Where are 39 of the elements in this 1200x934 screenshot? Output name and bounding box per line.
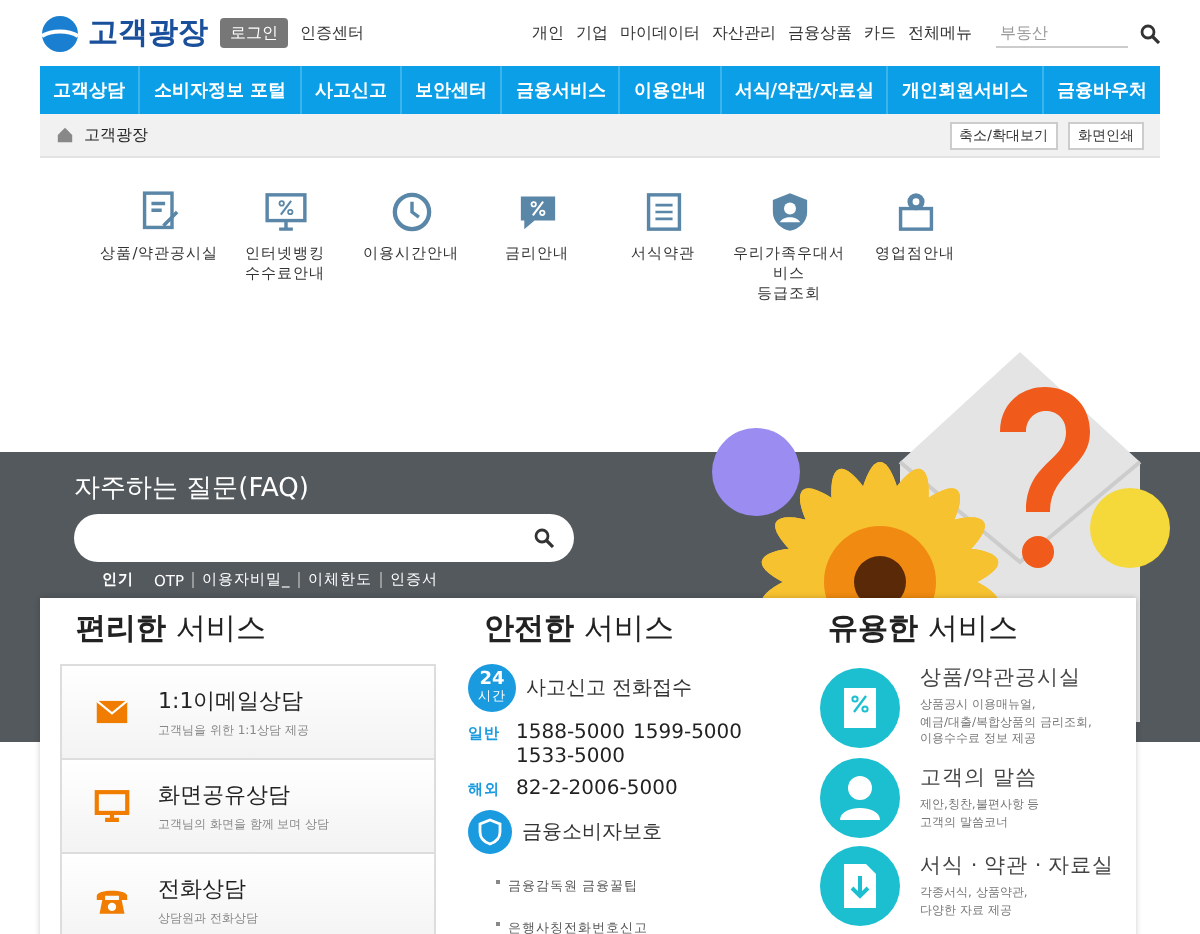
service-title: 1:1이메일상담 bbox=[158, 685, 306, 715]
person-icon[interactable] bbox=[820, 758, 900, 839]
section-title: 안전한 서비스 bbox=[484, 610, 676, 648]
phone-number: 1533-5000 bbox=[516, 746, 626, 768]
logo-icon bbox=[40, 13, 80, 53]
phone-number: 1588-5000 bbox=[516, 722, 626, 744]
phone-number: 82-2-2006-5000 bbox=[516, 778, 678, 800]
faq-title: 자주하는 질문(FAQ) bbox=[74, 472, 311, 506]
cert-center-link[interactable]: 인증센터 bbox=[300, 22, 364, 44]
section-title: 유용한 서비스 bbox=[828, 610, 1020, 648]
login-button[interactable]: 로그인 bbox=[220, 18, 288, 48]
top-link[interactable]: 개인 bbox=[532, 22, 564, 44]
percent-document-icon[interactable] bbox=[820, 667, 900, 748]
protection-title: 금융소비자보호 bbox=[522, 820, 662, 846]
top-link[interactable]: 카드 bbox=[864, 22, 896, 44]
phone-number: 1599-5000 bbox=[633, 722, 743, 744]
section-title: 편리한 서비스 bbox=[76, 610, 268, 648]
download-document-icon[interactable] bbox=[820, 846, 900, 927]
service-title[interactable]: 서식 · 약관 · 자료실 bbox=[920, 851, 1115, 880]
service-title: 화면공유상담 bbox=[158, 779, 292, 809]
clock-icon[interactable] bbox=[387, 188, 435, 236]
search-icon[interactable] bbox=[534, 528, 554, 548]
faq-search-field[interactable] bbox=[74, 514, 574, 562]
top-link[interactable]: 마이데이터 bbox=[620, 22, 700, 44]
home-icon[interactable] bbox=[56, 126, 74, 144]
breadcrumb-text: 고객광장 bbox=[84, 124, 148, 146]
shield-icon bbox=[468, 810, 512, 854]
service-title[interactable]: 고객의 말씀 bbox=[920, 763, 1040, 792]
service-title: 전화상담 bbox=[158, 873, 248, 903]
report-title: 사고신고 전화접수 bbox=[526, 676, 693, 702]
service-title[interactable]: 상품/약관공시실 bbox=[920, 664, 1092, 692]
search-icon[interactable] bbox=[1140, 23, 1160, 43]
top-link[interactable]: 전체메뉴 bbox=[908, 22, 972, 44]
monitor-icon bbox=[94, 788, 130, 824]
top-link[interactable]: 기업 bbox=[576, 22, 608, 44]
monitor-icon[interactable] bbox=[261, 188, 309, 236]
top-link[interactable]: 금융상품 bbox=[788, 22, 852, 44]
top-link[interactable]: 자산관리 bbox=[712, 22, 776, 44]
page-title: 고객광장 bbox=[88, 14, 208, 52]
